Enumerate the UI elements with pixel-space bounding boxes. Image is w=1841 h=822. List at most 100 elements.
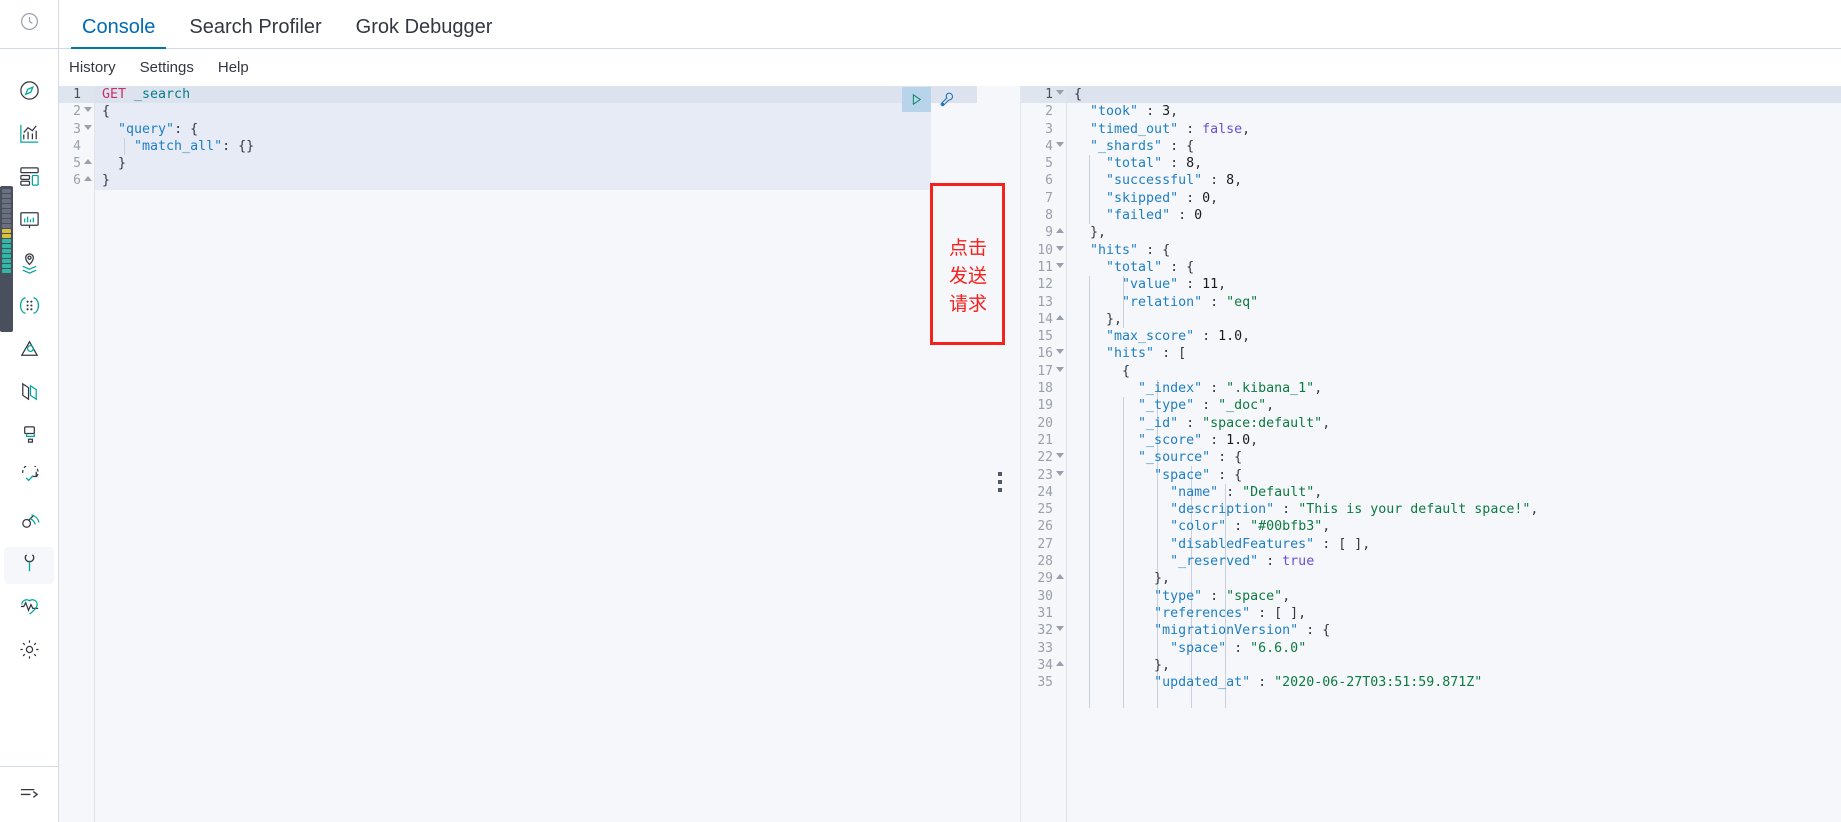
code-token: GET xyxy=(102,87,135,102)
fold-down-icon[interactable] xyxy=(84,124,92,130)
fold-down-icon[interactable] xyxy=(1056,366,1064,372)
code-line: "space" : { xyxy=(1067,467,1841,484)
submenu-item-help[interactable]: Help xyxy=(218,60,249,75)
annotation-line-3: 请求 xyxy=(948,293,987,315)
nav-collapse-button[interactable] xyxy=(0,766,58,822)
fold-down-icon[interactable] xyxy=(1056,626,1064,632)
nav-item-list xyxy=(0,49,58,673)
sidebar-item-logs[interactable] xyxy=(0,372,58,415)
code-line: }, xyxy=(1067,570,1841,587)
code-token: } xyxy=(102,173,111,189)
code-token: : xyxy=(1178,121,1203,137)
apm-icon xyxy=(18,423,41,451)
response-code-lines[interactable]: { "took" : 3, "timed_out" : false, "_sha… xyxy=(1067,86,1841,822)
auto-indent-wrench-button[interactable] xyxy=(936,89,958,111)
code-line: "value" : 11, xyxy=(1067,276,1841,293)
sidebar-item-dev-tools[interactable] xyxy=(0,544,58,587)
code-line: }, xyxy=(1067,311,1841,328)
fold-up-icon[interactable] xyxy=(1056,574,1064,580)
code-token: "query" xyxy=(118,121,175,137)
line-number: 18 xyxy=(1037,381,1053,397)
line-number: 27 xyxy=(1037,536,1053,552)
request-editor-pane[interactable]: 123456 GET _search{ "query": { "match_al… xyxy=(59,86,977,822)
line-number: 7 xyxy=(1045,190,1053,206)
code-line: "_shards" : { xyxy=(1067,138,1841,155)
response-output-pane[interactable]: 1 2 3 4 5 6 7 8 9 10 11 12 13 14 15 16 17 18 19 20 21 22 23 24 2… xyxy=(1021,86,1841,822)
code-token: , xyxy=(1266,398,1275,414)
code-line: "total" : { xyxy=(1067,259,1841,276)
code-token: 8 xyxy=(1226,173,1235,189)
code-token: "#00bfb3" xyxy=(1250,519,1323,535)
fold-up-icon[interactable] xyxy=(1056,314,1064,320)
request-action-buttons xyxy=(902,87,958,112)
sidebar-item-siem[interactable] xyxy=(0,501,58,544)
visualize-icon xyxy=(18,122,41,150)
fold-up-icon[interactable] xyxy=(1056,228,1064,234)
fold-up-icon[interactable] xyxy=(84,159,92,165)
editor-code-lines[interactable]: GET _search{ "query": { "match_all": {} … xyxy=(95,86,977,822)
pane-resize-handle[interactable] xyxy=(977,86,1021,822)
code-token: : { xyxy=(1162,138,1195,154)
code-token: "max_score" xyxy=(1106,329,1195,345)
line-number: 8 xyxy=(1045,208,1053,224)
sidebar-item-discover[interactable] xyxy=(0,71,58,114)
fold-down-icon[interactable] xyxy=(1056,141,1064,147)
sidebar-item-uptime[interactable] xyxy=(0,458,58,501)
sidebar-item-infrastructure[interactable] xyxy=(0,329,58,372)
code-token: : xyxy=(1170,208,1195,224)
fold-up-icon[interactable] xyxy=(1056,660,1064,666)
line-number: 1 xyxy=(59,86,94,104)
fold-down-icon[interactable] xyxy=(1056,245,1064,251)
code-token: 11 xyxy=(1202,277,1219,293)
fold-down-icon[interactable] xyxy=(1056,262,1064,268)
nav-item-recently-viewed[interactable] xyxy=(0,0,58,49)
uptime-icon xyxy=(18,463,41,494)
code-line: "relation" : "eq" xyxy=(1067,294,1841,311)
kibana-dev-tools-console: Console Search Profiler Grok Debugger Hi… xyxy=(0,0,1841,822)
fold-down-icon[interactable] xyxy=(84,107,92,113)
code-line: "hits" : { xyxy=(1067,242,1841,259)
line-number: 4 xyxy=(1021,138,1066,155)
tab-grok-debugger[interactable]: Grok Debugger xyxy=(339,17,510,48)
code-token: "space" xyxy=(1226,588,1283,604)
tab-console[interactable]: Console xyxy=(65,17,172,49)
fold-down-icon[interactable] xyxy=(1056,349,1064,355)
submenu-item-settings[interactable]: Settings xyxy=(140,60,194,75)
line-number: 34 xyxy=(1021,657,1066,674)
send-request-button[interactable] xyxy=(902,87,931,112)
code-token: }, xyxy=(1074,571,1171,587)
code-token: : xyxy=(1202,588,1227,604)
line-number: 35 xyxy=(1037,675,1053,691)
sidebar-item-visualize[interactable] xyxy=(0,114,58,157)
code-token: : xyxy=(1250,675,1275,691)
code-token: "_id" xyxy=(1138,415,1179,431)
sidebar-item-management[interactable] xyxy=(0,630,58,673)
code-line: "took" : 3, xyxy=(1067,103,1841,120)
fold-down-icon[interactable] xyxy=(1056,453,1064,459)
code-token: "successful" xyxy=(1106,173,1203,189)
tab-search-profiler[interactable]: Search Profiler xyxy=(172,17,338,48)
line-number: 24 xyxy=(1037,484,1053,500)
sidebar-item-monitoring[interactable] xyxy=(0,587,58,630)
fold-down-icon[interactable] xyxy=(1056,470,1064,476)
code-line: "disabledFeatures" : [ ], xyxy=(1067,536,1841,553)
code-token: : [ xyxy=(1154,346,1187,362)
line-number: 19 xyxy=(1037,398,1053,414)
line-number: 26 xyxy=(1037,519,1053,535)
line-number: 9 xyxy=(1021,224,1066,241)
code-token: , xyxy=(1530,502,1539,518)
fold-up-icon[interactable] xyxy=(84,176,92,182)
submenu-item-history[interactable]: History xyxy=(69,60,116,75)
line-number: 3 xyxy=(59,121,94,138)
sidebar-item-apm[interactable] xyxy=(0,415,58,458)
fold-down-icon[interactable] xyxy=(1056,90,1064,95)
code-token: "value" xyxy=(1122,277,1179,293)
code-token: "timed_out" xyxy=(1090,121,1179,137)
